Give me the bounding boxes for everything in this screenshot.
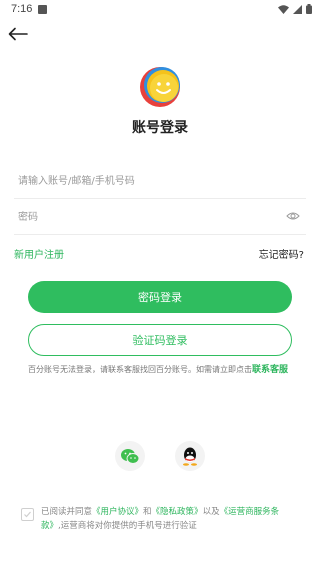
eye-icon[interactable] <box>286 210 300 222</box>
wechat-icon <box>121 448 140 464</box>
qq-login-button[interactable] <box>175 441 205 471</box>
notice-text: 百分账号无法登录，请联系客服找回百分账号。如需请立即点击联系客服 <box>28 363 294 377</box>
wifi-icon <box>278 4 289 14</box>
notification-icon <box>38 5 47 14</box>
account-input[interactable] <box>18 171 268 191</box>
account-field[interactable] <box>14 163 306 199</box>
agreement-checkbox[interactable] <box>21 508 34 521</box>
agreement-suffix: ,运营商将对你提供的手机号进行验证 <box>58 521 197 531</box>
password-field[interactable] <box>14 199 306 235</box>
password-input[interactable] <box>18 207 268 227</box>
password-login-button[interactable]: 密码登录 <box>28 281 292 313</box>
register-link[interactable]: 新用户注册 <box>14 246 64 261</box>
wechat-login-button[interactable] <box>115 441 145 471</box>
agreement-and: 和 <box>143 507 152 517</box>
qq-icon <box>183 447 197 466</box>
battery-icon <box>306 4 312 14</box>
agreement-prefix: 已阅读并同意 <box>41 507 93 517</box>
page-title: 账号登录 <box>132 120 188 136</box>
agreement-text: 已阅读并同意《用户协议》和《隐私政策》以及《运营商服务条款》,运营商将对你提供的… <box>41 505 297 533</box>
status-time: 7:16 <box>11 3 33 15</box>
signal-icon <box>293 4 302 14</box>
check-icon <box>24 511 31 518</box>
code-login-button[interactable]: 验证码登录 <box>28 324 292 356</box>
agreement-and2: 以及 <box>202 507 220 517</box>
status-bar: 7:16 <box>0 0 320 22</box>
forgot-password-link[interactable]: 忘记密码? <box>259 246 304 261</box>
app-logo <box>140 67 180 107</box>
user-agreement-link[interactable]: 《用户协议》 <box>92 507 143 517</box>
arrow-left-icon <box>8 27 28 41</box>
contact-support-link[interactable]: 联系客服 <box>252 365 288 375</box>
status-icons <box>278 4 312 14</box>
notice-body: 百分账号无法登录，请联系客服找回百分账号。如需请立即点击 <box>28 365 252 374</box>
back-button[interactable] <box>8 26 32 44</box>
privacy-policy-link[interactable]: 《隐私政策》 <box>152 507 203 517</box>
